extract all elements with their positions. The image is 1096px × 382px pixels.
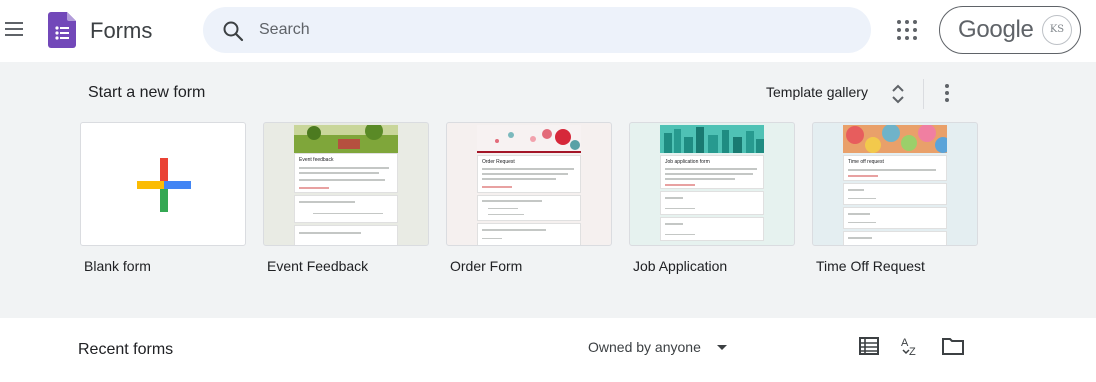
google-account-button[interactable]: Google KS <box>939 6 1081 54</box>
owner-filter-dropdown[interactable]: Owned by anyone <box>588 339 701 355</box>
mini-form-card: Job application form <box>660 155 764 189</box>
recent-forms-title: Recent forms <box>78 341 174 358</box>
search-icon[interactable] <box>221 19 245 43</box>
avatar: KS <box>1042 15 1072 45</box>
section-title: Start a new form <box>88 84 206 101</box>
job-application-preview-icon <box>660 125 764 153</box>
mini-form-card: Time off request <box>843 155 947 181</box>
template-label: Job Application <box>633 258 728 274</box>
time-off-preview-icon <box>843 125 947 153</box>
top-app-bar: Forms Google KS <box>0 0 1096 62</box>
folder-icon[interactable] <box>942 337 964 355</box>
template-label: Order Form <box>450 258 523 274</box>
mini-form-card <box>477 195 581 221</box>
mini-form-card <box>294 195 398 223</box>
mini-form-card <box>294 225 398 245</box>
mini-form-title: Time off request <box>848 159 884 165</box>
mini-form-card <box>477 223 581 245</box>
search-bar[interactable] <box>203 7 871 53</box>
expand-collapse-icon[interactable] <box>890 83 906 105</box>
svg-text:Z: Z <box>909 346 916 357</box>
template-label: Blank form <box>84 258 151 274</box>
mini-form-card <box>843 183 947 205</box>
template-thumbnail[interactable] <box>80 122 246 246</box>
more-options-icon[interactable] <box>944 84 950 102</box>
mini-form-card: Event feedback <box>294 153 398 193</box>
template-label: Time Off Request <box>816 258 925 274</box>
google-apps-icon[interactable] <box>897 20 917 40</box>
start-new-form-section: Start a new form Template gallery Blank … <box>0 62 1096 318</box>
dropdown-arrow-icon[interactable] <box>717 345 727 351</box>
list-view-icon[interactable] <box>859 337 879 355</box>
mini-form-card <box>843 231 947 245</box>
mini-form-card: Order Request <box>477 155 581 193</box>
mini-form-card <box>843 207 947 229</box>
sort-az-icon[interactable]: A Z <box>899 335 923 357</box>
template-thumbnail[interactable]: Event feedback <box>263 122 429 246</box>
mini-form-title: Order Request <box>482 159 515 165</box>
divider <box>923 79 924 109</box>
mini-form-card <box>660 217 764 241</box>
main-menu-button[interactable] <box>4 19 24 39</box>
template-gallery-button[interactable]: Template gallery <box>766 84 868 100</box>
plus-icon <box>137 158 191 212</box>
event-feedback-preview-icon <box>294 125 398 153</box>
search-input[interactable] <box>259 15 839 45</box>
template-thumbnail[interactable]: Order Request <box>446 122 612 246</box>
order-form-preview-icon <box>477 125 581 153</box>
mini-form-title: Event feedback <box>299 157 334 163</box>
template-thumbnail[interactable]: Job application form <box>629 122 795 246</box>
svg-text:A: A <box>901 337 909 349</box>
template-thumbnail[interactable]: Time off request <box>812 122 978 246</box>
app-title[interactable]: Forms <box>90 18 152 44</box>
google-wordmark: Google <box>958 16 1034 43</box>
mini-form-card <box>660 191 764 215</box>
forms-logo-icon[interactable] <box>48 12 76 48</box>
mini-form-title: Job application form <box>665 159 710 165</box>
template-label: Event Feedback <box>267 258 369 274</box>
